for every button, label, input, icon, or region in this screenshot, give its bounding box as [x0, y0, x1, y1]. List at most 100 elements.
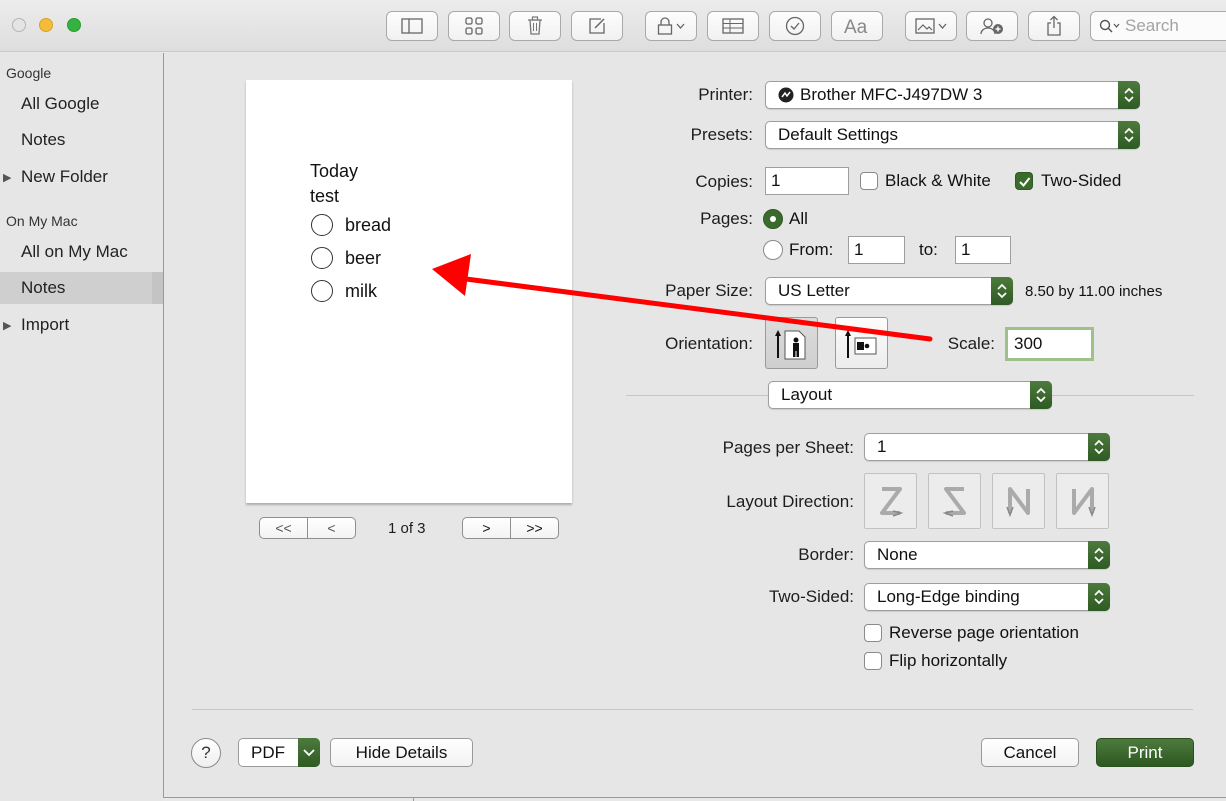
- svg-text:Aa: Aa: [844, 17, 868, 36]
- border-label: Border:: [798, 545, 854, 564]
- border-value: None: [877, 545, 918, 564]
- n-direction-icon: [1005, 487, 1030, 518]
- chevron-down-icon: [676, 23, 685, 29]
- preview-forward-navigation: > >>: [462, 517, 559, 539]
- sidebar-item-all-on-my-mac[interactable]: All on My Mac: [0, 236, 163, 268]
- copies-field[interactable]: 1: [765, 167, 849, 195]
- presets-label: Presets:: [690, 125, 753, 144]
- preview-note-title: Today: [310, 161, 359, 181]
- sidebar-icon: [401, 18, 423, 34]
- hide-details-button[interactable]: Hide Details: [330, 738, 473, 767]
- pages-to-label: to:: [919, 240, 938, 259]
- two-sided-binding-select[interactable]: Long-Edge binding: [864, 583, 1110, 611]
- last-page-button[interactable]: >>: [510, 518, 558, 538]
- layout-direction-reverse-n-button[interactable]: [1056, 473, 1109, 529]
- table-button[interactable]: [707, 11, 759, 41]
- layout-direction-n-button[interactable]: [992, 473, 1045, 529]
- help-button[interactable]: ?: [191, 738, 221, 768]
- pages-per-sheet-select[interactable]: 1: [864, 433, 1110, 461]
- zoom-window-button[interactable]: [67, 18, 81, 32]
- search-placeholder: Search: [1125, 16, 1179, 35]
- chevron-updown-icon: [1088, 433, 1110, 461]
- pages-from-field[interactable]: 1: [848, 236, 905, 264]
- sidebar-item-google-notes[interactable]: Notes: [0, 124, 163, 156]
- print-button[interactable]: Print: [1096, 738, 1194, 767]
- add-person-icon: [980, 18, 1003, 35]
- flip-horizontally-checkbox[interactable]: [864, 652, 882, 670]
- sidebar-item-label: All on My Mac: [21, 242, 128, 261]
- first-page-button[interactable]: <<: [260, 518, 307, 538]
- chevron-updown-icon: [1118, 121, 1140, 149]
- two-sided-checkbox[interactable]: [1015, 172, 1033, 190]
- printer-status-icon: [778, 87, 794, 103]
- printer-select[interactable]: Brother MFC-J497DW 3: [765, 81, 1140, 109]
- lock-note-button[interactable]: [645, 11, 697, 41]
- checklist-item: milk: [345, 281, 377, 301]
- media-button[interactable]: [905, 11, 957, 41]
- next-page-button[interactable]: >: [463, 518, 510, 538]
- pages-per-sheet-label: Pages per Sheet:: [722, 438, 854, 457]
- layout-direction-label: Layout Direction:: [726, 492, 854, 511]
- close-window-button[interactable]: [12, 18, 26, 32]
- table-icon: [722, 18, 744, 34]
- reverse-page-orientation-checkbox[interactable]: [864, 624, 882, 642]
- paper-size-dimensions: 8.50 by 11.00 inches: [1025, 283, 1163, 300]
- disclosure-triangle-icon[interactable]: ▶: [3, 319, 11, 332]
- pages-to-field[interactable]: 1: [955, 236, 1011, 264]
- checklist-item: bread: [345, 215, 392, 235]
- lock-icon: [657, 17, 673, 35]
- checklist-circle-icon: [311, 247, 333, 269]
- layout-direction-z-button[interactable]: [864, 473, 917, 529]
- pages-per-sheet-value: 1: [877, 437, 887, 456]
- delete-note-button[interactable]: [509, 11, 561, 41]
- portrait-orientation-button[interactable]: [765, 317, 818, 369]
- sidebar-item-label: All Google: [21, 94, 100, 113]
- black-white-checkbox[interactable]: [860, 172, 878, 190]
- trash-icon: [528, 16, 542, 35]
- gallery-view-button[interactable]: [448, 11, 500, 41]
- add-people-button[interactable]: [966, 11, 1018, 41]
- checklist-circle-icon: [311, 214, 333, 236]
- reverse-n-direction-icon: [1071, 487, 1096, 518]
- search-field[interactable]: Search: [1090, 11, 1226, 41]
- chevron-updown-icon: [991, 277, 1013, 305]
- previous-page-button[interactable]: <: [307, 518, 355, 538]
- sidebar-item-label: Notes: [21, 278, 66, 297]
- sidebar-item-label: Notes: [21, 130, 66, 149]
- photo-icon: [915, 18, 935, 34]
- layout-direction-reverse-z-button[interactable]: [928, 473, 981, 529]
- scale-label: Scale:: [947, 334, 995, 353]
- search-icon: [1099, 19, 1120, 33]
- flip-horizontally-label: Flip horizontally: [889, 651, 1008, 670]
- copies-label: Copies:: [695, 172, 753, 191]
- sidebar-item-all-google[interactable]: All Google: [0, 88, 163, 120]
- sidebar-item-mac-notes[interactable]: Notes: [0, 272, 163, 304]
- chevron-down-icon: [938, 23, 947, 29]
- pages-all-label: All: [789, 209, 808, 228]
- pages-from-radio[interactable]: [763, 240, 783, 260]
- sidebar-item-import[interactable]: ▶ Import: [0, 309, 163, 341]
- presets-select[interactable]: Default Settings: [765, 121, 1140, 149]
- checklist-button[interactable]: [769, 11, 821, 41]
- pages-all-radio[interactable]: [763, 209, 783, 229]
- print-preview-page: Today test bread beer milk: [246, 80, 572, 503]
- disclosure-triangle-icon[interactable]: ▶: [3, 171, 11, 184]
- chevron-updown-icon: [1118, 81, 1140, 109]
- border-select[interactable]: None: [864, 541, 1110, 569]
- paper-size-select[interactable]: US Letter: [765, 277, 1013, 305]
- minimize-window-button[interactable]: [39, 18, 53, 32]
- landscape-icon: [845, 330, 877, 358]
- cancel-button[interactable]: Cancel: [981, 738, 1079, 767]
- landscape-orientation-button[interactable]: [835, 317, 888, 369]
- compose-icon: [589, 18, 605, 34]
- preview-back-navigation: << <: [259, 517, 356, 539]
- scale-field[interactable]: 300: [1005, 327, 1094, 361]
- new-note-button[interactable]: [571, 11, 623, 41]
- sidebar-item-new-folder[interactable]: ▶ New Folder: [0, 161, 163, 193]
- sidebar-toggle-button[interactable]: [386, 11, 438, 41]
- pdf-menu-button[interactable]: PDF: [238, 738, 320, 767]
- chevron-updown-icon: [1088, 541, 1110, 569]
- format-button[interactable]: Aa: [831, 11, 883, 41]
- print-options-section-select[interactable]: Layout: [768, 381, 1052, 409]
- share-button[interactable]: [1028, 11, 1080, 41]
